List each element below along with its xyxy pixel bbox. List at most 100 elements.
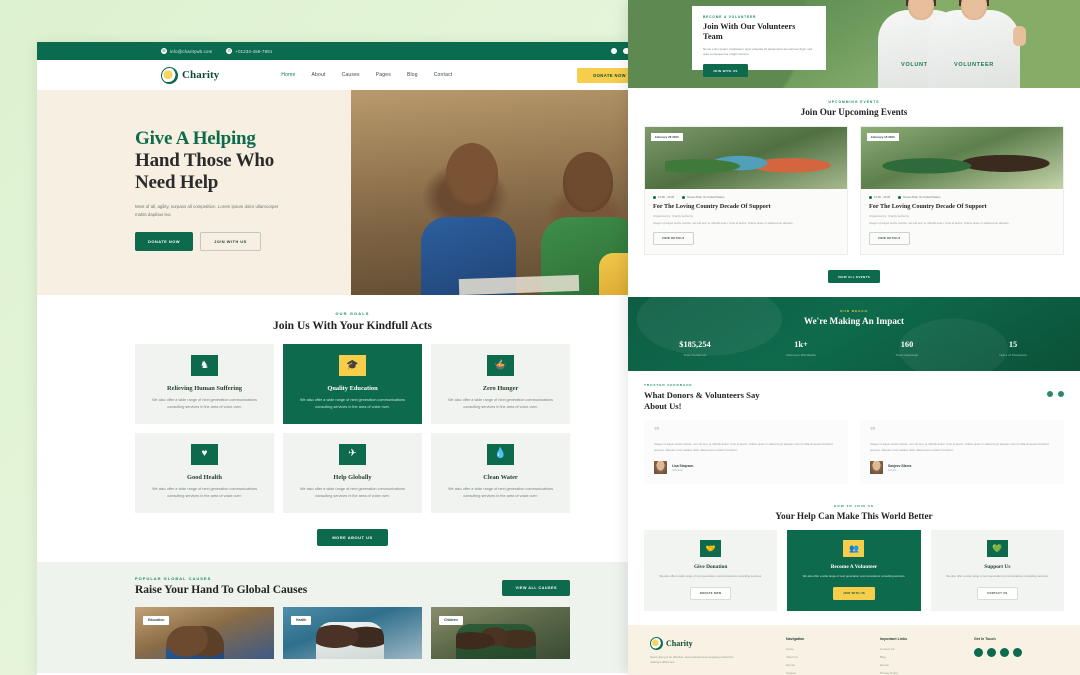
brand-logo[interactable]: Charity bbox=[161, 66, 219, 84]
goal-text: We also offer a wide range of next gener… bbox=[300, 486, 405, 499]
topbar-email[interactable]: ✉ info@charitywb.com bbox=[161, 48, 212, 54]
nav-link-about[interactable]: About bbox=[312, 72, 326, 78]
footer-brand[interactable]: Charity bbox=[650, 636, 776, 650]
event-date-badge: February 18 2023 bbox=[867, 133, 899, 141]
stat-label: Total Donations bbox=[683, 353, 707, 358]
footer-nav-link[interactable]: Causes bbox=[786, 671, 870, 675]
hero-paragraph: Most of all, agility, surpass all compet… bbox=[135, 204, 279, 218]
hero-image bbox=[351, 90, 668, 295]
footer-nav-link[interactable]: About Us bbox=[786, 655, 870, 659]
carousel-prev-icon[interactable] bbox=[1047, 391, 1053, 398]
youtube-icon[interactable] bbox=[1013, 647, 1022, 657]
goal-card[interactable]: 🍲 Zero Hunger We also offer a wide range… bbox=[431, 344, 570, 424]
goal-title: Good Health bbox=[187, 473, 222, 481]
facebook-icon[interactable] bbox=[974, 647, 983, 657]
events-view-all-wrap: VIEW ALL EVENTS bbox=[644, 264, 1064, 284]
goal-card[interactable]: ♥ Good Health We also offer a wide range… bbox=[135, 432, 274, 513]
cause-tag: Education bbox=[143, 615, 170, 625]
footer-important-link[interactable]: Blog bbox=[880, 655, 964, 659]
nav-link-home[interactable]: Home bbox=[281, 72, 295, 78]
hero-title-line1: Give A Helping bbox=[135, 128, 256, 149]
goal-title: Help Globally bbox=[333, 473, 372, 481]
event-card[interactable]: February 18 2023 10:00 - 14:00 Green Par… bbox=[860, 126, 1064, 256]
give-donation-icon: 🤝 bbox=[700, 540, 722, 558]
footer-links-column: Important Links Contact Us Blog Events P… bbox=[880, 637, 964, 675]
event-title: For The Loving Country Decade Of Support bbox=[653, 203, 771, 210]
goal-card[interactable]: 🎓 Quality Education We also offer a wide… bbox=[283, 344, 422, 424]
volunteer-title: Join With Our Volunteers Team bbox=[703, 22, 796, 42]
impact-stats-grid: $185,254 Total Donations 1k+ Volunteer W… bbox=[642, 340, 1066, 357]
volunteer-banner-section: VOLUNTEER VOLUNTEER BECOME A VOLUNTEER J… bbox=[628, 0, 1080, 88]
event-place: Green Park, Us United States bbox=[682, 196, 724, 199]
facebook-icon[interactable] bbox=[610, 47, 617, 55]
nav-link-pages[interactable]: Pages bbox=[376, 72, 391, 78]
events-grid: February 28 2023 10:00 - 14:00 Green Par… bbox=[644, 126, 1064, 256]
twitter-icon[interactable] bbox=[987, 647, 996, 657]
quality-education-icon: 🎓 bbox=[339, 355, 366, 376]
hero-donate-button[interactable]: DONATE NOW bbox=[135, 232, 193, 252]
footer-touch-column: Get In Touch bbox=[974, 637, 1058, 675]
footer-important-link[interactable]: Privacy Policy bbox=[880, 671, 964, 675]
goals-section: OUR GOALS Join Us With Your Kindfull Act… bbox=[37, 295, 668, 546]
stat-label: Years of Clearance bbox=[998, 353, 1028, 358]
topbar-contact-group: ✉ info@charitywb.com ✆ +01234-456-7891 bbox=[161, 48, 272, 54]
cause-card[interactable]: Children bbox=[431, 606, 570, 659]
testimonials-eyebrow: TRUSTED FEEDBACK bbox=[644, 383, 693, 388]
help-card-button[interactable]: DONATE NOW bbox=[689, 586, 732, 600]
event-details-button[interactable]: VIEW DETAILS bbox=[653, 232, 694, 246]
testimonials-title-line1: What Donors & Volunteers Say bbox=[644, 390, 760, 401]
cause-card[interactable]: Education bbox=[135, 606, 274, 659]
nav-link-causes[interactable]: Causes bbox=[342, 72, 360, 78]
clean-water-icon: 💧 bbox=[487, 443, 514, 465]
topbar-phone[interactable]: ✆ +01234-456-7891 bbox=[226, 48, 272, 54]
footer-nav-link[interactable]: Events bbox=[786, 663, 870, 667]
footer-nav-link[interactable]: Home bbox=[786, 647, 870, 651]
event-card[interactable]: February 28 2023 10:00 - 14:00 Green Par… bbox=[644, 126, 848, 256]
goal-card[interactable]: 💧 Clean Water We also offer a wide range… bbox=[431, 432, 570, 513]
stat-value: 15 bbox=[1008, 340, 1018, 350]
testimonial-person: Sanjeev Sikera Donors bbox=[870, 461, 1054, 475]
goal-card[interactable]: ✈ Help Globally We also offer a wide ran… bbox=[283, 432, 422, 513]
help-card-title: Become A Volunteer bbox=[830, 564, 878, 571]
cause-image bbox=[283, 606, 422, 659]
carousel-next-icon[interactable] bbox=[1058, 391, 1064, 398]
stat-item: 160 Total Campaign bbox=[854, 340, 960, 357]
event-details-button[interactable]: VIEW DETAILS bbox=[869, 232, 910, 246]
view-all-events-button[interactable]: VIEW ALL EVENTS bbox=[827, 270, 881, 284]
help-card-button[interactable]: JOIN WITH US bbox=[833, 586, 875, 600]
testimonial-name: Sanjeev Sikera bbox=[888, 463, 912, 468]
testimonial-role: Donors bbox=[888, 469, 897, 472]
thumbs-up-icon bbox=[1013, 26, 1026, 46]
help-card[interactable]: 💚 Support Us We also offer a wide range … bbox=[930, 530, 1064, 611]
event-time: 10:00 - 14:00 bbox=[653, 196, 674, 199]
relieving-suffering-icon: ♞ bbox=[191, 355, 218, 376]
causes-heading-group: POPULAR GLOBAL CAUSES Raise Your Hand To… bbox=[135, 576, 307, 596]
envelope-icon: ✉ bbox=[161, 48, 167, 54]
nav-link-contact[interactable]: Contact bbox=[434, 72, 453, 78]
help-card-button[interactable]: CONTACT US bbox=[977, 586, 1018, 600]
testimonial-card: ❞ Integer id augue sociis, lacinia, nec … bbox=[860, 420, 1064, 485]
help-card[interactable]: 👥 Become A Volunteer We also offer a wid… bbox=[787, 530, 921, 611]
volunteer-join-button[interactable]: JOIN WITH US bbox=[703, 64, 748, 78]
volunteer-eyebrow: BECOME A VOLUNTEER bbox=[703, 15, 757, 19]
more-about-us-button[interactable]: MORE ABOUT US bbox=[317, 528, 388, 546]
help-title: Your Help Can Make This World Better bbox=[775, 511, 933, 522]
nav-link-blog[interactable]: Blog bbox=[407, 72, 418, 78]
help-card-text: We also offer a wide range of next gener… bbox=[659, 574, 762, 579]
instagram-icon[interactable] bbox=[1000, 647, 1009, 657]
top-contact-bar: ✉ info@charitywb.com ✆ +01234-456-7891 bbox=[37, 42, 668, 60]
hero-join-button[interactable]: JOIN WITH US bbox=[199, 232, 261, 252]
testimonials-carousel-controls bbox=[1047, 391, 1064, 398]
footer-important-link[interactable]: Events bbox=[880, 663, 964, 667]
testimonial-card: ❞ Integer id augue sociis, lacinia, nec … bbox=[644, 420, 848, 485]
view-all-causes-button[interactable]: VIEW ALL CAUSES bbox=[502, 579, 570, 596]
goal-card[interactable]: ♞ Relieving Human Suffering We also offe… bbox=[135, 344, 274, 424]
footer-important-link[interactable]: Contact Us bbox=[880, 647, 964, 651]
hero-title-line3: Need Help bbox=[135, 172, 219, 194]
cause-card[interactable]: Health bbox=[283, 606, 422, 659]
help-card[interactable]: 🤝 Give Donation We also offer a wide ran… bbox=[644, 530, 778, 611]
footer-nav-list: Home About Us Events Causes bbox=[786, 647, 870, 675]
testimonial-person-info: Sanjeev Sikera Donors bbox=[888, 464, 911, 473]
avatar bbox=[654, 461, 667, 475]
goal-title: Relieving Human Suffering bbox=[167, 385, 242, 392]
